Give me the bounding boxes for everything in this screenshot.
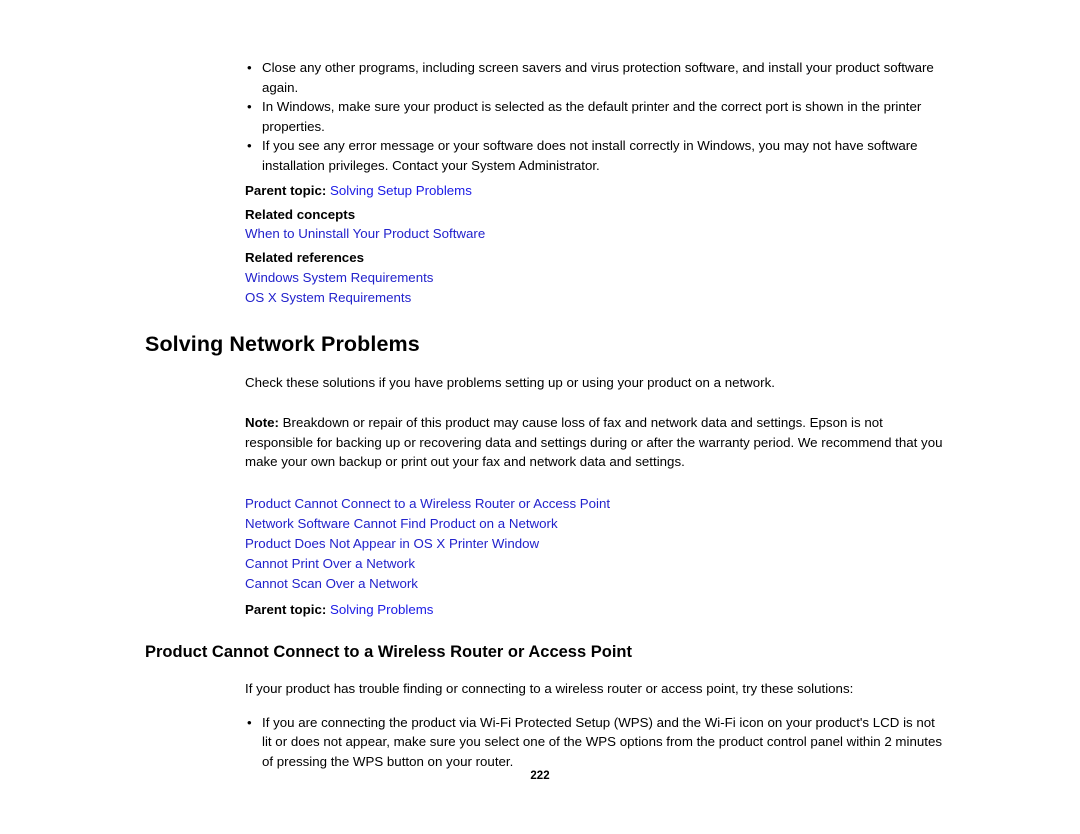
parent-topic-setup: Parent topic: Solving Setup Problems xyxy=(245,181,945,201)
bullet-dot: • xyxy=(247,714,252,730)
subsection-bullets: • If you are connecting the product via W… xyxy=(145,713,945,772)
list-item: • In Windows, make sure your product is s… xyxy=(245,97,945,136)
list-item: • Close any other programs, including scr… xyxy=(245,58,945,97)
setup-problem-bullets: • Close any other programs, including scr… xyxy=(145,58,945,175)
related-references-heading: Related references xyxy=(245,250,364,265)
list-item-text: If you are connecting the product via Wi… xyxy=(262,714,942,769)
list-item: • If you are connecting the product via W… xyxy=(245,713,945,772)
section-note: Note: Breakdown or repair of this produc… xyxy=(245,413,945,472)
bullet-dot: • xyxy=(247,138,252,153)
section-intro-text: Check these solutions if you have proble… xyxy=(245,374,775,390)
parent-topic-link[interactable]: Solving Setup Problems xyxy=(330,183,472,198)
list-item-text: If you see any error message or your sof… xyxy=(262,138,918,173)
document-page: • Close any other programs, including scr… xyxy=(0,0,1080,834)
parent-topic-label: Parent topic: xyxy=(245,183,327,198)
related-concepts-heading: Related concepts xyxy=(245,206,356,222)
parent-topic-label: Parent topic: xyxy=(245,601,327,617)
note-label: Note: xyxy=(245,415,279,430)
topic-link[interactable]: Product Cannot Connect to a Wireless Rou… xyxy=(245,494,945,514)
list-item-text: In Windows, make sure your product is se… xyxy=(262,99,922,134)
parent-topic-link[interactable]: Solving Problems xyxy=(330,602,433,617)
related-concept-link[interactable]: When to Uninstall Your Product Software xyxy=(245,224,945,244)
topic-link[interactable]: Product Does Not Appear in OS X Printer … xyxy=(245,534,945,554)
subsection-title: Product Cannot Connect to a Wireless Rou… xyxy=(145,643,632,662)
related-reference-link[interactable]: OS X System Requirements xyxy=(245,288,945,308)
topic-link[interactable]: Cannot Print Over a Network xyxy=(245,554,945,574)
note-text: Breakdown or repair of this product may … xyxy=(245,415,943,470)
parent-topic-network: Parent topic: Solving Problems xyxy=(245,600,945,620)
bullet-dot: • xyxy=(247,99,252,114)
list-item-text: Close any other programs, including scre… xyxy=(262,60,934,95)
section-topic-list: Product Cannot Connect to a Wireless Rou… xyxy=(245,494,945,594)
topic-link[interactable]: Cannot Scan Over a Network xyxy=(245,574,945,594)
topic-link[interactable]: Network Software Cannot Find Product on … xyxy=(245,514,945,534)
page-number: 222 xyxy=(530,770,550,782)
bullet-dot: • xyxy=(247,60,252,75)
page-title: Solving Network Problems xyxy=(145,331,420,356)
subsection-intro-text: If your product has trouble finding or c… xyxy=(245,681,854,697)
page-content: • Close any other programs, including scr… xyxy=(145,58,945,771)
related-reference-link[interactable]: Windows System Requirements xyxy=(245,268,945,288)
list-item: • If you see any error message or your so… xyxy=(245,136,945,175)
page-footer: 222 xyxy=(0,770,1080,782)
